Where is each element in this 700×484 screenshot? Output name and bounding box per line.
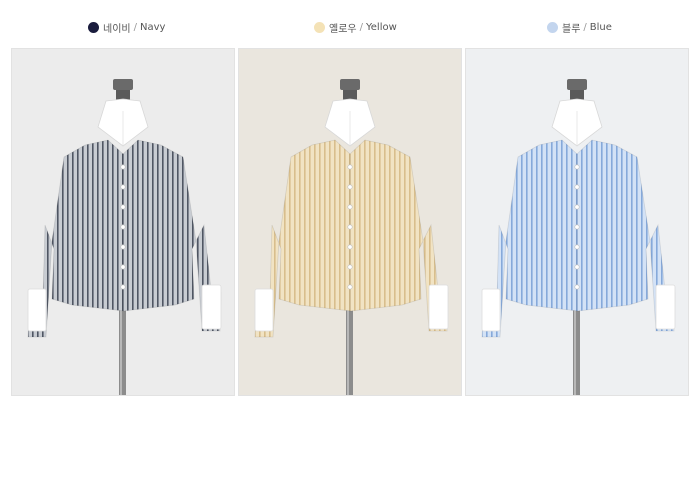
product-photo-navy[interactable] bbox=[11, 48, 235, 396]
shirt-button bbox=[574, 184, 580, 190]
shirt-button bbox=[347, 184, 353, 190]
shirt-button bbox=[347, 164, 353, 170]
shirt-button bbox=[120, 244, 126, 250]
mannequin-stand bbox=[119, 299, 126, 395]
color-name-english: Yellow bbox=[365, 21, 397, 33]
shirt-button bbox=[120, 224, 126, 230]
mannequin-neck bbox=[113, 79, 133, 100]
mannequin-stand bbox=[573, 299, 580, 395]
shirt-button bbox=[574, 224, 580, 230]
color-option-blue[interactable]: 블루 / Blue bbox=[547, 18, 612, 36]
color-option-navy[interactable]: 네이비 / Navy bbox=[88, 18, 165, 36]
shirt-button bbox=[574, 164, 580, 170]
color-name-english: Blue bbox=[589, 21, 612, 33]
color-name-korean: 블루 bbox=[562, 23, 581, 35]
color-option-yellow[interactable]: 옐로우 / Yellow bbox=[314, 18, 397, 36]
separator: / bbox=[359, 21, 363, 33]
color-swatch-blue bbox=[547, 21, 558, 33]
color-name-korean: 옐로우 bbox=[329, 23, 357, 35]
shirt-illustration bbox=[239, 49, 461, 395]
shirt-button bbox=[120, 284, 126, 290]
shirt-button bbox=[347, 244, 353, 250]
shirt-button bbox=[574, 244, 580, 250]
shirt-button bbox=[120, 164, 126, 170]
left-cuff bbox=[481, 288, 501, 332]
mannequin-neck bbox=[340, 79, 360, 100]
separator: / bbox=[133, 21, 137, 33]
shirt-button bbox=[120, 184, 126, 190]
shirt-button bbox=[574, 284, 580, 290]
separator: / bbox=[583, 21, 587, 33]
shirt-button bbox=[347, 204, 353, 210]
left-cuff bbox=[254, 288, 274, 332]
shirt-illustration bbox=[12, 49, 234, 395]
right-cuff bbox=[201, 284, 222, 330]
color-swatch-yellow bbox=[314, 21, 325, 33]
product-photo-yellow[interactable] bbox=[238, 48, 462, 396]
shirt-button bbox=[120, 204, 126, 210]
color-name-korean: 네이비 bbox=[103, 23, 131, 35]
color-swatch-navy bbox=[88, 21, 99, 33]
shirt-button bbox=[347, 284, 353, 290]
right-cuff bbox=[428, 284, 449, 330]
color-swatch-row: 네이비 / Navy 옐로우 / Yellow 블루 / Blue bbox=[0, 0, 700, 48]
product-color-options: 네이비 / Navy 옐로우 / Yellow 블루 / Blue bbox=[0, 0, 700, 484]
shirt-button bbox=[120, 264, 126, 270]
product-photo-blue[interactable] bbox=[465, 48, 689, 396]
mannequin-neck bbox=[567, 79, 587, 100]
left-cuff bbox=[27, 288, 47, 332]
mannequin-stand bbox=[346, 299, 353, 395]
color-name-english: Navy bbox=[139, 21, 166, 33]
shirt-button bbox=[347, 224, 353, 230]
shirt-button bbox=[574, 204, 580, 210]
shirt-illustration bbox=[466, 49, 688, 395]
right-cuff bbox=[655, 284, 676, 330]
shirt-button bbox=[347, 264, 353, 270]
shirt-button bbox=[574, 264, 580, 270]
